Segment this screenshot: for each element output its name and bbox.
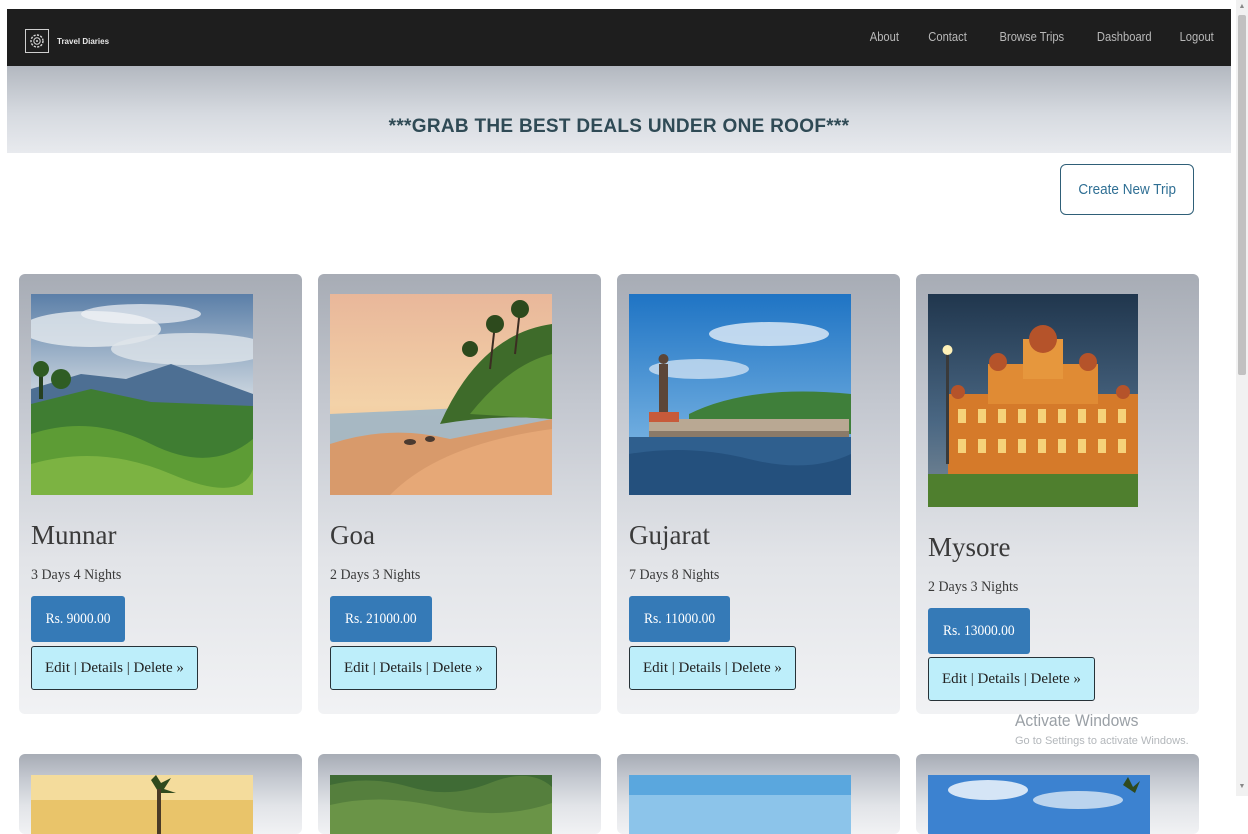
trip-image [31,775,253,834]
create-new-trip-label: Create New Trip [1078,181,1176,198]
brand-name: Travel Diaries [57,36,110,46]
trip-image [928,775,1150,834]
trip-card-mysore: Mysore 2 Days 3 Nights Rs. 13000.00 Edit… [916,274,1199,714]
trip-price: Rs. 9000.00 [45,610,111,627]
trip-image [330,775,552,834]
nav-logout[interactable]: Logout [1180,29,1214,44]
watermark-title: Activate Windows [1015,711,1139,730]
trip-price-button[interactable]: Rs. 11000.00 [629,596,731,642]
trip-duration: 7 Days 8 Nights [629,567,720,583]
create-new-trip-button[interactable]: Create New Trip [1060,164,1194,215]
trip-title: Munnar [31,520,117,550]
trip-card [19,754,302,834]
watermark-subtitle: Go to Settings to activate Windows. [1015,735,1189,747]
page-scrollbar[interactable]: ▲ ▼ [1236,0,1248,796]
trip-duration: 3 Days 4 Nights [31,567,122,583]
nav-links: About Contact Browse Trips Dashboard Log… [842,29,1214,44]
trip-actions-button[interactable]: Edit | Details | Delete » [31,646,198,690]
trip-price: Rs. 11000.00 [643,610,716,627]
trip-card [916,754,1199,834]
trip-title: Goa [330,520,375,550]
trip-duration: 2 Days 3 Nights [928,579,1019,595]
trip-actions-button[interactable]: Edit | Details | Delete » [629,646,796,690]
trip-title: Mysore [928,532,1011,562]
scroll-thumb[interactable] [1238,15,1246,375]
trip-actions-button[interactable]: Edit | Details | Delete » [330,646,497,690]
activate-windows-watermark: Activate Windows Go to Settings to activ… [1015,711,1189,747]
trip-price-button[interactable]: Rs. 13000.00 [928,608,1030,654]
trip-card-munnar: Munnar 3 Days 4 Nights Rs. 9000.00 Edit … [19,274,302,714]
trip-card [617,754,900,834]
navbar: Travel Diaries About Contact Browse Trip… [7,9,1231,66]
trip-card-gujarat: Gujarat 7 Days 8 Nights Rs. 11000.00 Edi… [617,274,900,714]
trip-price: Rs. 21000.00 [344,610,417,627]
trip-image-munnar [31,294,253,495]
trip-duration: 2 Days 3 Nights [330,567,421,583]
trip-price-button[interactable]: Rs. 21000.00 [330,596,432,642]
trip-image-mysore [928,294,1138,507]
gear-logo-icon [25,29,49,53]
trip-price: Rs. 13000.00 [942,622,1015,639]
trip-actions-button[interactable]: Edit | Details | Delete » [928,657,1095,701]
nav-about[interactable]: About [869,29,898,44]
trip-card [318,754,601,834]
trip-image [629,775,851,834]
trip-title: Gujarat [629,520,710,550]
nav-dashboard[interactable]: Dashboard [1097,29,1152,44]
scroll-up-icon[interactable]: ▲ [1238,2,1246,12]
brand[interactable]: Travel Diaries [25,29,109,53]
trip-price-button[interactable]: Rs. 9000.00 [31,596,126,642]
trip-card-goa: Goa 2 Days 3 Nights Rs. 21000.00 Edit | … [318,274,601,714]
nav-browse-trips[interactable]: Browse Trips [1000,29,1065,44]
nav-contact[interactable]: Contact [928,29,967,44]
trip-image-goa [330,294,552,495]
trip-image-gujarat [629,294,851,495]
banner-text: ***GRAB THE BEST DEALS UNDER ONE ROOF*** [388,116,850,137]
banner: ***GRAB THE BEST DEALS UNDER ONE ROOF*** [7,66,1231,153]
scroll-down-icon[interactable]: ▼ [1238,782,1246,792]
